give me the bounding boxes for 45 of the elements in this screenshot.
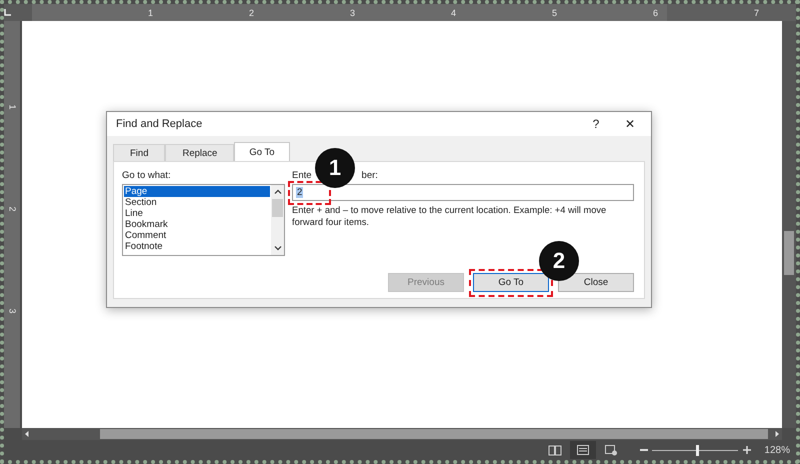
ruler-number: 2 [248, 8, 255, 18]
dialog-tab[interactable]: Find [113, 144, 166, 161]
list-item[interactable]: Page [124, 186, 270, 198]
zoom-level[interactable]: 128% [764, 444, 790, 456]
close-button[interactable]: ✕ [613, 112, 647, 136]
list-item[interactable]: Comment [124, 230, 270, 242]
ruler-number: 4 [450, 8, 457, 18]
ruler-number: 7 [752, 8, 760, 18]
page-icon [576, 444, 590, 456]
ruler-number: 3 [348, 8, 356, 18]
step-number: 1 [315, 148, 355, 188]
web-page-icon [604, 444, 618, 456]
ruler-number: 1 [7, 104, 18, 110]
target-list[interactable]: Page Section Line Bookmark Comment Footnote [122, 184, 285, 256]
ruler-number: 3 [7, 308, 18, 314]
list-item[interactable]: Line [124, 208, 270, 220]
dialog-button[interactable]: Close [558, 273, 634, 292]
print-layout-button[interactable] [570, 441, 596, 459]
number-label: Ente [292, 170, 312, 182]
zoom-in-icon[interactable] [742, 445, 752, 455]
list-item[interactable]: Section [124, 197, 270, 208]
tab-stop-icon[interactable] [4, 9, 11, 16]
dialog-tab[interactable]: Replace [165, 144, 234, 161]
list-scrollbar[interactable] [271, 185, 284, 255]
dialog-tab[interactable]: Go To [234, 142, 290, 161]
ruler-number: 6 [652, 8, 659, 18]
ruler-number: 2 [7, 206, 18, 212]
ruler-number: 1 [146, 8, 154, 18]
help-button[interactable]: ? [579, 112, 613, 136]
list-item[interactable]: Bookmark [124, 219, 270, 230]
horizontal-scrollbar[interactable] [22, 428, 782, 440]
go-to-what-label: Go to what: [122, 170, 172, 182]
book-icon [548, 444, 562, 456]
vertical-ruler[interactable]: 1 2 3 [4, 21, 20, 428]
dialog-title: Find and Replace [116, 118, 204, 130]
slider-thumb[interactable] [696, 444, 700, 456]
dialog-button[interactable]: Go To [473, 273, 549, 292]
hint-text: Enter + and – to move relative to the current location. Example: +4 will move forward four items. [292, 205, 608, 228]
ruler-number: 5 [550, 8, 558, 18]
vertical-scrollbar[interactable] [782, 21, 796, 428]
list-item[interactable]: Footnote [124, 241, 270, 253]
page-number-field[interactable]: 2 [292, 184, 634, 201]
horizontal-ruler[interactable]: 1 2 3 4 5 6 7 [32, 4, 796, 21]
number-label: ber: [362, 170, 378, 182]
scrollbar-thumb[interactable] [272, 199, 283, 217]
